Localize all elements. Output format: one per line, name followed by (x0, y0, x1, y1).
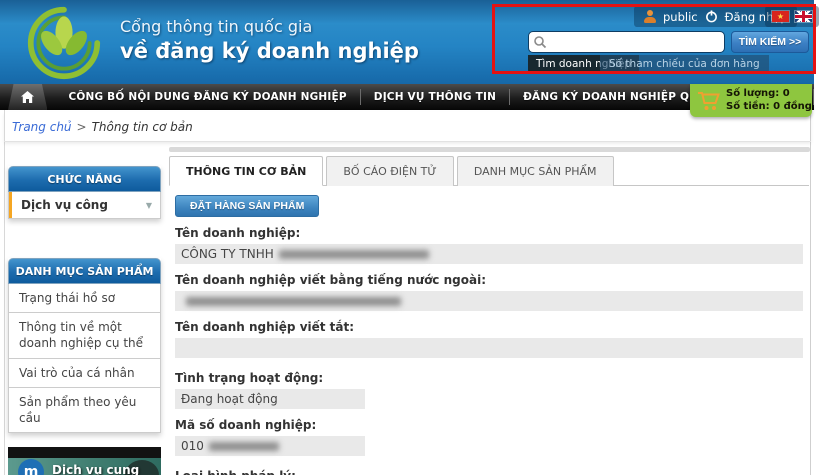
english-flag-icon[interactable] (795, 11, 812, 22)
field-label: Mã số doanh nghiệp: (175, 418, 809, 432)
field-value: Đang hoạt động (175, 389, 365, 409)
portal-logo-icon (26, 5, 102, 81)
cart-amount: Số tiền: 0 đồng (726, 101, 812, 114)
breadcrumb-separator: > (77, 120, 87, 134)
search-tab-order-ref[interactable]: Số tham chiếu của đơn hàng (600, 55, 769, 73)
tab-thong-tin-co-ban[interactable]: THÔNG TIN CƠ BẢN (169, 156, 323, 186)
content-tabbar: THÔNG TIN CƠ BẢN BỐ CÁO ĐIỆN TỬ DANH MỤC… (169, 155, 809, 186)
chevron-down-icon: ▼ (146, 201, 152, 210)
field-ten-doanh-nghiep: Tên doanh nghiệp: CÔNG TY TNHH (175, 226, 809, 264)
field-ten-viet-tat: Tên doanh nghiệp viết tắt: (175, 320, 809, 358)
language-switcher: ★ (765, 6, 819, 27)
tab-content: ĐẶT HÀNG SẢN PHẨM Tên doanh nghiệp: CÔNG… (169, 186, 809, 475)
power-icon[interactable] (705, 10, 718, 23)
field-label: Tên doanh nghiệp viết bằng tiếng nước ng… (175, 273, 809, 287)
main-content: THÔNG TIN CƠ BẢN BỐ CÁO ĐIỆN TỬ DANH MỤC… (169, 155, 809, 475)
field-loai-hinh: Loại hình pháp lý: Công ty trách nhiệm h… (175, 469, 809, 475)
field-label: Tên doanh nghiệp: (175, 226, 809, 240)
field-value: CÔNG TY TNHH (175, 244, 803, 264)
tab-danh-muc-san-pham[interactable]: DANH MỤC SẢN PHẨM (457, 156, 614, 186)
sidebar-item-trang-thai-ho-so[interactable]: Trạng thái hồ sơ (8, 284, 161, 313)
nav-item-cong-bo[interactable]: CÔNG BỐ NỘI DUNG ĐĂNG KÝ DOANH NGHIỆP (55, 84, 359, 110)
tab-bo-cao-dien-tu[interactable]: BỐ CÁO ĐIỆN TỬ (326, 156, 453, 186)
header: Cổng thông tin quốc gia về đăng ký doanh… (0, 0, 814, 84)
search-input[interactable] (528, 31, 725, 53)
field-value-text: Đang hoạt động (181, 392, 278, 406)
sidebar-item-san-pham-yeu-cau[interactable]: Sản phẩm theo yêu cầu (8, 388, 161, 433)
cart-quantity: Số lượng: 0 (726, 88, 812, 101)
field-value-text: CÔNG TY TNHH (181, 247, 274, 261)
banner-logo-icon: m (18, 459, 44, 475)
breadcrumb: Trang chủ > Thông tin cơ bản (4, 112, 811, 142)
field-value (175, 338, 803, 358)
field-value (175, 291, 803, 311)
product-panel-title: DANH MỤC SẢN PHẨM (8, 258, 161, 284)
content-top-divider (169, 147, 810, 152)
function-panel: CHỨC NĂNG Dịch vụ công ▼ (8, 166, 161, 219)
banner-body: m Dịch vụ cung (8, 458, 161, 475)
portal-title-line2: về đăng ký doanh nghiệp (120, 39, 419, 63)
portal-title-line1: Cổng thông tin quốc gia (120, 17, 312, 36)
cart-icon (697, 90, 721, 112)
nav-item-dich-vu[interactable]: DỊCH VỤ THÔNG TIN (361, 84, 509, 110)
product-panel: DANH MỤC SẢN PHẨM Trạng thái hồ sơ Thông… (8, 258, 161, 433)
user-icon (643, 10, 656, 23)
redacted-text (279, 250, 429, 259)
field-value-text: 010 (181, 439, 204, 453)
field-ten-nuoc-ngoai: Tên doanh nghiệp viết bằng tiếng nước ng… (175, 273, 809, 311)
field-ma-so: Mã số doanh nghiệp: 010 (175, 418, 809, 456)
sidebar-item-dich-vu-cong[interactable]: Dịch vụ công ▼ (8, 192, 161, 219)
vietnam-flag-icon[interactable]: ★ (772, 11, 789, 22)
breadcrumb-home-link[interactable]: Trang chủ (12, 120, 72, 134)
field-label: Tình trạng hoạt động: (175, 371, 809, 385)
breadcrumb-current: Thông tin cơ bản (92, 120, 193, 134)
page: Cổng thông tin quốc gia về đăng ký doanh… (0, 0, 820, 475)
function-panel-title: CHỨC NĂNG (8, 166, 161, 192)
field-value: 010 (175, 436, 365, 456)
username: public (663, 10, 698, 24)
field-label: Loại hình pháp lý: (175, 469, 809, 475)
banner-text: Dịch vụ cung (52, 463, 139, 475)
order-product-button[interactable]: ĐẶT HÀNG SẢN PHẨM (175, 195, 319, 217)
redacted-text (209, 442, 279, 451)
field-label: Tên doanh nghiệp viết tắt: (175, 320, 809, 334)
field-tinh-trang: Tình trạng hoạt động: Đang hoạt động (175, 371, 809, 409)
cart-summary[interactable]: Số lượng: 0 Số tiền: 0 đồng (690, 84, 812, 117)
sidebar-item-thong-tin-doanh-nghiep[interactable]: Thông tin về một doanh nghiệp cụ thể (8, 313, 161, 358)
sidebar-item-vai-tro-ca-nhan[interactable]: Vai trò của cá nhân (8, 359, 161, 388)
search-button[interactable]: TÌM KIẾM >> (731, 31, 809, 53)
home-icon (20, 90, 35, 104)
redacted-text (186, 297, 401, 306)
banner-top-strip (8, 447, 161, 458)
sidebar-banner[interactable]: m Dịch vụ cung (8, 447, 161, 475)
nav-separator (813, 89, 814, 105)
sidebar-item-label: Dịch vụ công (21, 198, 108, 212)
home-button[interactable] (8, 84, 47, 110)
